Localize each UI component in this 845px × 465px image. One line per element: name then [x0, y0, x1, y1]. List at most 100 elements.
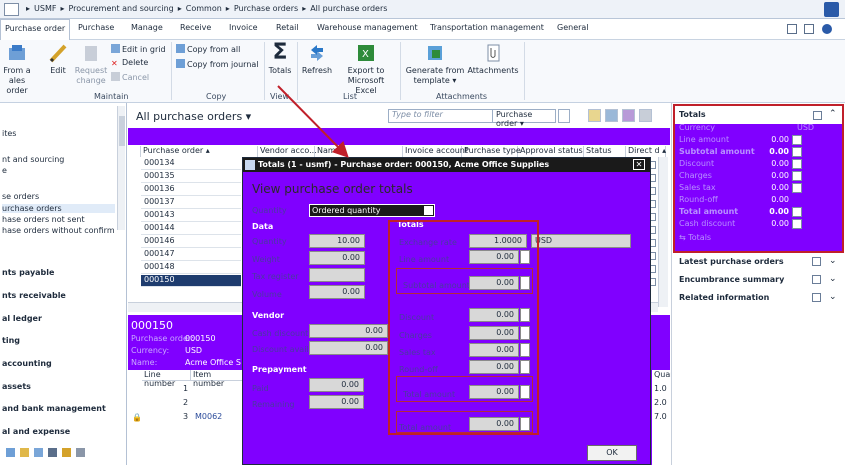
table-row[interactable]: 000136: [141, 184, 241, 196]
factbox-options-icon[interactable]: [813, 111, 822, 120]
factbox-encumbrance-summary[interactable]: Encumbrance summary: [679, 275, 784, 284]
spin-icon[interactable]: [792, 135, 802, 145]
table-row[interactable]: 000135: [141, 171, 241, 183]
filter-by-selection-icon[interactable]: [605, 109, 618, 122]
generate-from-template-button[interactable]: Generate from template ▾: [404, 42, 466, 86]
help-icon[interactable]: [822, 24, 832, 34]
factbox-latest-purchase-orders[interactable]: Latest purchase orders: [679, 257, 784, 266]
tab-transportation-management[interactable]: Transportation management: [430, 23, 544, 32]
factbox-options-icon[interactable]: [812, 293, 821, 302]
spin-icon[interactable]: [792, 183, 802, 193]
ok-button[interactable]: OK: [587, 445, 637, 461]
table-row[interactable]: 000143: [141, 210, 241, 222]
collapse-icon[interactable]: ⌃: [829, 109, 837, 119]
tab-manage[interactable]: Manage: [131, 23, 163, 32]
breadcrumb-item[interactable]: All purchase orders: [310, 4, 387, 13]
request-change-button[interactable]: Request change: [74, 42, 108, 86]
copy-from-all-button[interactable]: Copy from all: [176, 44, 240, 54]
refresh-button[interactable]: Refresh: [300, 42, 334, 76]
factbox-related-information[interactable]: Related information: [679, 293, 769, 302]
edit-in-grid-button[interactable]: Edit in grid: [111, 44, 166, 54]
layout-icon[interactable]: [787, 24, 797, 34]
column-header[interactable]: Purchase type: [462, 146, 521, 157]
attachments-button[interactable]: Attachments: [466, 42, 520, 76]
table-row[interactable]: 000147: [141, 249, 241, 261]
tab-receive[interactable]: Receive: [180, 23, 211, 32]
nav-module[interactable]: nts receivable: [2, 291, 66, 300]
column-header[interactable]: Invoice account: [403, 146, 468, 157]
expand-icon[interactable]: ⌄: [829, 274, 837, 284]
column-header[interactable]: Vendor acco...: [258, 146, 317, 157]
tab-retail[interactable]: Retail: [276, 23, 299, 32]
window-icon[interactable]: [804, 24, 814, 34]
totals-button[interactable]: Σ Totals: [266, 42, 294, 76]
filter-scope-select[interactable]: Purchase order ▾: [492, 109, 556, 128]
tab-invoice[interactable]: Invoice: [229, 23, 258, 32]
nav-item[interactable]: nt and sourcing: [2, 155, 64, 164]
spin-icon[interactable]: [792, 219, 802, 229]
from-sales-order-button[interactable]: From a ales order: [0, 42, 34, 96]
nav-item[interactable]: e: [2, 166, 7, 175]
table-row[interactable]: 000134: [141, 158, 241, 170]
nav-module[interactable]: nts payable: [2, 268, 54, 277]
nav-module[interactable]: al and expense: [2, 427, 70, 436]
table-row[interactable]: 000148: [141, 262, 241, 274]
select-all-checkbox[interactable]: [129, 146, 141, 157]
nav-module[interactable]: al ledger: [2, 314, 42, 323]
breadcrumb-item[interactable]: Purchase orders: [234, 4, 298, 13]
cancel-button[interactable]: Cancel: [111, 72, 149, 82]
column-header[interactable]: Name: [315, 146, 403, 157]
table-row[interactable]: 000146: [141, 236, 241, 248]
breadcrumb-item[interactable]: USMF: [34, 4, 56, 13]
column-header[interactable]: Line number: [142, 370, 191, 388]
table-row-selected[interactable]: 000150: [141, 275, 241, 287]
spin-icon[interactable]: [792, 207, 802, 217]
tab-purchase-order[interactable]: Purchase order: [0, 19, 71, 40]
close-icon[interactable]: ✕: [633, 159, 645, 170]
column-header[interactable]: Approval status: [518, 146, 584, 157]
quantity-select[interactable]: Ordered quantity: [309, 204, 435, 217]
filter-input[interactable]: Type to filter: [388, 109, 498, 123]
spin-icon[interactable]: [792, 171, 802, 181]
factbox-options-icon[interactable]: [812, 257, 821, 266]
nav-item[interactable]: hase orders without confirmed del: [2, 226, 115, 235]
nav-scrollbar[interactable]: [117, 106, 125, 230]
export-to-excel-button[interactable]: X Export to Microsoft Excel: [336, 42, 396, 96]
breadcrumb-item[interactable]: Common: [186, 4, 222, 13]
tab-general[interactable]: General: [557, 23, 589, 32]
item-number-link[interactable]: M0062: [195, 412, 222, 421]
column-header[interactable]: Direct d ▴: [626, 146, 666, 157]
column-header[interactable]: Purchase order ▴: [141, 146, 258, 157]
nav-module[interactable]: and bank management: [2, 404, 106, 413]
nav-item-selected[interactable]: urchase orders: [2, 204, 115, 213]
nav-item[interactable]: ites: [2, 129, 16, 138]
filter-go-button[interactable]: [558, 109, 570, 123]
expand-icon[interactable]: ⌄: [829, 292, 837, 302]
totals-more-link[interactable]: ⇆ Totals: [679, 233, 711, 242]
nav-menu-icon[interactable]: [4, 3, 19, 16]
factbox-options-icon[interactable]: [812, 275, 821, 284]
filter-icon[interactable]: [588, 109, 601, 122]
nav-item[interactable]: se orders: [2, 192, 39, 201]
copy-from-journal-button[interactable]: Copy from journal: [176, 59, 259, 69]
delete-button[interactable]: ✕ Delete: [111, 58, 148, 68]
nav-item[interactable]: hase orders not sent: [2, 215, 85, 224]
nav-module[interactable]: accounting: [2, 359, 52, 368]
tab-warehouse-management[interactable]: Warehouse management: [317, 23, 418, 32]
edit-button[interactable]: Edit: [46, 42, 70, 76]
grid-scrollbar[interactable]: [658, 157, 668, 307]
expand-icon[interactable]: ⌄: [829, 256, 837, 266]
column-header[interactable]: Status: [584, 146, 626, 157]
spin-icon[interactable]: [792, 159, 802, 169]
breadcrumb-item[interactable]: Procurement and sourcing: [68, 4, 173, 13]
column-header[interactable]: Item number: [191, 370, 243, 388]
advanced-filter-icon[interactable]: [622, 109, 635, 122]
nav-module[interactable]: assets: [2, 382, 31, 391]
table-row[interactable]: 000144: [141, 223, 241, 235]
tab-purchase[interactable]: Purchase: [78, 23, 114, 32]
nav-module[interactable]: ting: [2, 336, 20, 345]
scroll-thumb[interactable]: [119, 116, 125, 146]
table-row[interactable]: 000137: [141, 197, 241, 209]
spin-icon[interactable]: [792, 147, 802, 157]
page-title[interactable]: All purchase orders ▾: [136, 110, 251, 123]
